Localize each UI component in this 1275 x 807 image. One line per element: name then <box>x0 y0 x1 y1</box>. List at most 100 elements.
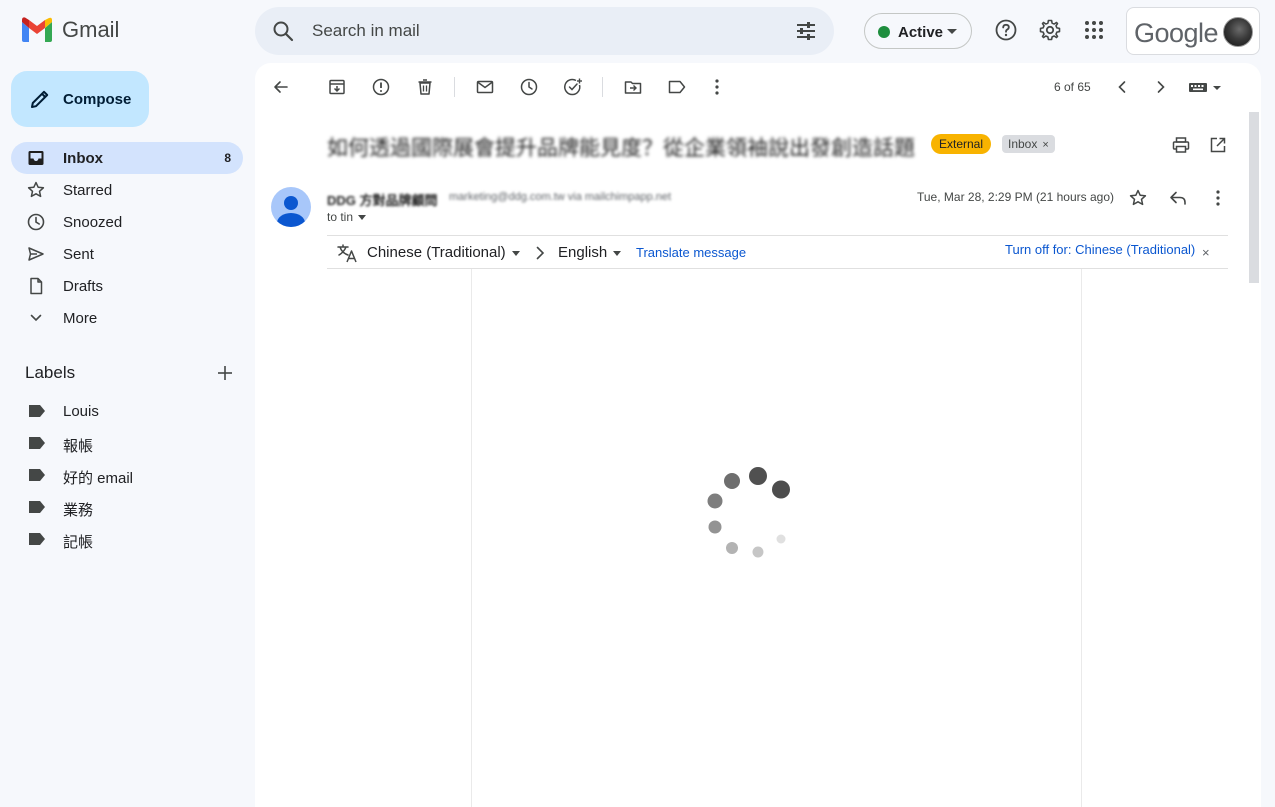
mark-unread-icon[interactable] <box>475 77 495 97</box>
scrollbar[interactable] <box>1249 112 1259 283</box>
add-label-icon[interactable] <box>215 363 235 383</box>
search-input[interactable]: Search in mail <box>312 21 420 41</box>
toolbar-divider <box>602 77 603 97</box>
chevron-down-icon <box>511 250 520 256</box>
message-panel: 6 of 65 如何透過國際展會提升品牌能見度？從企業領袖說出發創造話題 Ext… <box>255 63 1261 807</box>
more-vert-icon[interactable] <box>1208 188 1228 208</box>
label-item[interactable]: 記帳 <box>11 523 243 555</box>
label-item[interactable]: Louis <box>11 395 243 427</box>
status-label: Active <box>898 24 944 41</box>
close-icon[interactable]: × <box>1202 245 1210 260</box>
source-language-select[interactable]: Chinese (Traditional) <box>367 244 520 261</box>
status-dot <box>878 26 890 38</box>
apps-button[interactable] <box>1080 16 1108 44</box>
label-item[interactable]: 好的 email <box>11 459 243 491</box>
add-task-icon[interactable] <box>563 77 583 97</box>
label-item[interactable]: 業務 <box>11 491 243 523</box>
help-button[interactable] <box>992 16 1020 44</box>
label-name: Louis <box>63 403 99 420</box>
sidebar-item-snoozed[interactable]: Snoozed <box>11 206 243 238</box>
label-tag-icon <box>29 501 45 513</box>
external-tag: External <box>931 134 992 154</box>
email-subject: 如何透過國際展會提升品牌能見度？從企業領袖說出發創造話題 <box>327 137 915 160</box>
search-options-icon[interactable] <box>794 19 818 43</box>
sidebar-item-drafts[interactable]: Drafts <box>11 270 243 302</box>
label-item[interactable]: 報帳 <box>11 427 243 459</box>
loading-spinner-icon <box>707 467 790 558</box>
person-icon <box>277 196 305 227</box>
clock-icon <box>27 213 45 231</box>
more-vert-icon[interactable] <box>707 77 727 97</box>
status-selector[interactable]: Active <box>864 13 972 49</box>
search-icon[interactable] <box>271 19 295 43</box>
snooze-clock-icon[interactable] <box>519 77 539 97</box>
search-bar[interactable]: Search in mail <box>255 7 834 55</box>
label-name: 業務 <box>63 502 94 519</box>
label-name: 報帳 <box>63 438 94 455</box>
sidebar-item-starred[interactable]: Starred <box>11 174 243 206</box>
sidebar-item-more[interactable]: More <box>11 302 243 334</box>
pagination-text: 6 of 65 <box>1054 80 1091 94</box>
back-arrow-icon[interactable] <box>271 77 291 97</box>
help-icon <box>995 19 1017 41</box>
sender-name: DDG 方對品牌顧問 <box>327 193 438 208</box>
label-tag-icon <box>29 437 45 449</box>
chevron-right-icon[interactable] <box>1151 77 1171 97</box>
apps-grid-icon <box>1085 21 1103 39</box>
chevron-down-icon <box>613 250 622 256</box>
chevron-right-icon <box>536 246 545 260</box>
close-icon[interactable]: × <box>1042 139 1048 151</box>
sidebar-item-sent[interactable]: Sent <box>11 238 243 270</box>
label-name: 記帳 <box>63 534 94 551</box>
label-tag-icon <box>29 533 45 545</box>
star-icon <box>27 181 45 198</box>
sender-email: marketing@ddg.com.tw via mailchimpapp.ne… <box>449 191 672 203</box>
account-switcher[interactable]: Google <box>1126 7 1260 55</box>
inbox-tag: Inbox × <box>1002 135 1055 153</box>
target-language-label: English <box>558 244 608 261</box>
report-spam-icon[interactable] <box>371 77 391 97</box>
sidebar-item-label: Inbox <box>63 150 103 167</box>
inbox-tag-label: Inbox <box>1008 137 1038 151</box>
move-to-folder-icon[interactable] <box>623 77 643 97</box>
sidebar-item-label: Drafts <box>63 278 104 295</box>
chevron-left-icon[interactable] <box>1112 77 1132 97</box>
avatar[interactable] <box>271 187 311 227</box>
source-language-label: Chinese (Traditional) <box>367 244 506 261</box>
send-icon <box>28 247 44 261</box>
print-icon[interactable] <box>1171 135 1191 155</box>
gmail-logo[interactable]: Gmail <box>20 16 119 44</box>
toolbar-divider <box>454 77 455 97</box>
turn-off-translation-link[interactable]: Turn off for: Chinese (Traditional) <box>1005 242 1195 257</box>
open-new-window-icon[interactable] <box>1208 135 1228 155</box>
avatar[interactable] <box>1223 17 1253 47</box>
label-tag-icon <box>29 469 45 481</box>
sidebar-item-label: Snoozed <box>63 214 123 231</box>
inbox-icon <box>28 151 44 165</box>
label-icon[interactable] <box>667 77 687 97</box>
sidebar-item-label: More <box>63 310 98 327</box>
chevron-down-icon <box>30 314 42 322</box>
unread-count-badge: 8 <box>224 151 231 165</box>
sidebar-item-inbox[interactable]: Inbox 8 <box>11 142 243 174</box>
sidebar-nav: Inbox 8 Starred Snoozed Sent Drafts More <box>11 142 243 334</box>
chevron-down-icon <box>947 29 957 34</box>
sidebar-item-label: Sent <box>63 246 94 263</box>
recipient-details[interactable]: to tin <box>327 210 367 224</box>
target-language-select[interactable]: English <box>558 244 622 261</box>
label-name: 好的 email <box>63 470 134 487</box>
sidebar-item-label: Starred <box>63 182 113 199</box>
file-icon <box>30 277 43 295</box>
translate-message-link[interactable]: Translate message <box>636 245 746 260</box>
star-icon[interactable] <box>1128 188 1148 208</box>
compose-button[interactable]: Compose <box>11 71 149 127</box>
gmail-logo-icon <box>22 17 52 42</box>
compose-label: Compose <box>63 91 132 108</box>
keyboard-icon[interactable] <box>1187 77 1223 97</box>
translate-icon <box>337 244 357 263</box>
trash-icon[interactable] <box>415 77 435 97</box>
settings-button[interactable] <box>1036 16 1064 44</box>
translate-bar: Chinese (Traditional) English Translate … <box>327 235 1228 269</box>
reply-icon[interactable] <box>1168 188 1188 208</box>
archive-icon[interactable] <box>327 77 347 97</box>
